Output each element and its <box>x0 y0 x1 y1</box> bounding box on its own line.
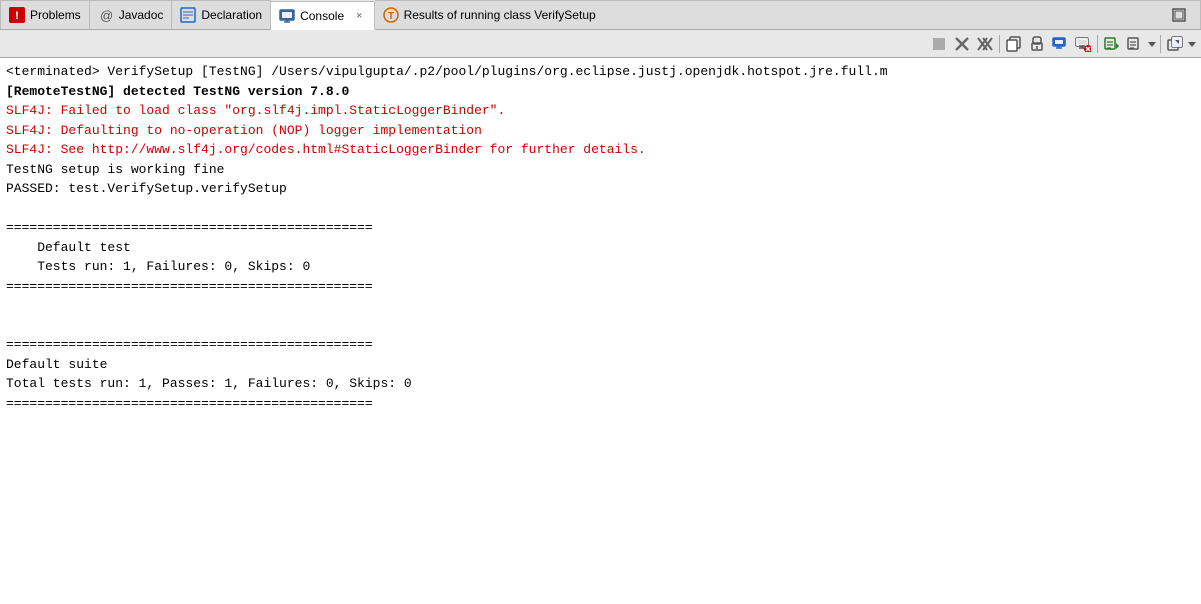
tab-declaration[interactable]: Declaration <box>172 0 271 29</box>
tab-console-label: Console <box>300 9 344 23</box>
console-line-5: PASSED: test.VerifySetup.verifySetup <box>6 179 1195 199</box>
status-line: <terminated> VerifySetup [TestNG] /Users… <box>6 62 1195 82</box>
pin-to-console-button[interactable] <box>1026 33 1048 55</box>
tab-javadoc[interactable]: @ Javadoc <box>90 0 173 29</box>
console-icon <box>279 8 295 24</box>
maximize-button[interactable] <box>1166 8 1192 22</box>
toolbar-sep-3 <box>1160 35 1161 53</box>
console-line-4: TestNG setup is working fine <box>6 160 1195 180</box>
svg-text:!: ! <box>15 10 19 22</box>
console-line-11 <box>6 296 1195 316</box>
tab-declaration-label: Declaration <box>201 8 262 22</box>
toolbar-group-main <box>928 33 1197 55</box>
tab-problems-label: Problems <box>30 8 81 22</box>
tab-problems[interactable]: ! Problems <box>0 0 90 29</box>
svg-text:@: @ <box>100 8 113 23</box>
new-console-button[interactable] <box>1049 33 1071 55</box>
console-line-16: ========================================… <box>6 394 1195 414</box>
tab-bar: ! Problems @ Javadoc Declaration <box>0 0 1201 30</box>
console-line-7: ========================================… <box>6 218 1195 238</box>
console-line-0: [RemoteTestNG] detected TestNG version 7… <box>6 82 1195 102</box>
console-line-2: SLF4J: Defaulting to no-operation (NOP) … <box>6 121 1195 141</box>
toolbar-sep-1 <box>999 35 1000 53</box>
console-line-9: Tests run: 1, Failures: 0, Skips: 0 <box>6 257 1195 277</box>
tab-console[interactable]: Console × <box>271 1 374 30</box>
console-line-12 <box>6 316 1195 336</box>
problems-icon: ! <box>9 7 25 23</box>
tab-javadoc-label: Javadoc <box>119 8 164 22</box>
results-icon: T <box>383 7 399 23</box>
console-toolbar <box>0 30 1201 58</box>
svg-text:T: T <box>388 11 394 22</box>
javadoc-icon: @ <box>98 7 114 23</box>
console-line-14: Default suite <box>6 355 1195 375</box>
console-line-15: Total tests run: 1, Passes: 1, Failures:… <box>6 374 1195 394</box>
console-line-8: Default test <box>6 238 1195 258</box>
console-output: <terminated> VerifySetup [TestNG] /Users… <box>0 58 1201 604</box>
console-line-10: ========================================… <box>6 277 1195 297</box>
terminate-button[interactable] <box>928 33 950 55</box>
scroll-lock-button[interactable] <box>1101 33 1123 55</box>
open-new-window-button[interactable] <box>1164 33 1186 55</box>
copy-button[interactable] <box>1003 33 1025 55</box>
declaration-icon <box>180 7 196 23</box>
error-filter-button[interactable] <box>1072 33 1094 55</box>
console-line-13: ========================================… <box>6 335 1195 355</box>
tab-results[interactable]: T Results of running class VerifySetup <box>375 0 1201 29</box>
console-line-6 <box>6 199 1195 219</box>
open-dropdown-button[interactable] <box>1187 33 1197 55</box>
wrap-button[interactable] <box>1124 33 1146 55</box>
toolbar-sep-2 <box>1097 35 1098 53</box>
tab-results-label: Results of running class VerifySetup <box>404 8 596 22</box>
remove-button[interactable] <box>951 33 973 55</box>
console-line-3: SLF4J: See http://www.slf4j.org/codes.ht… <box>6 140 1195 160</box>
wrap-dropdown-button[interactable] <box>1147 33 1157 55</box>
console-line-1: SLF4J: Failed to load class "org.slf4j.i… <box>6 101 1195 121</box>
remove-all-button[interactable] <box>974 33 996 55</box>
console-close-button[interactable]: × <box>353 9 365 23</box>
